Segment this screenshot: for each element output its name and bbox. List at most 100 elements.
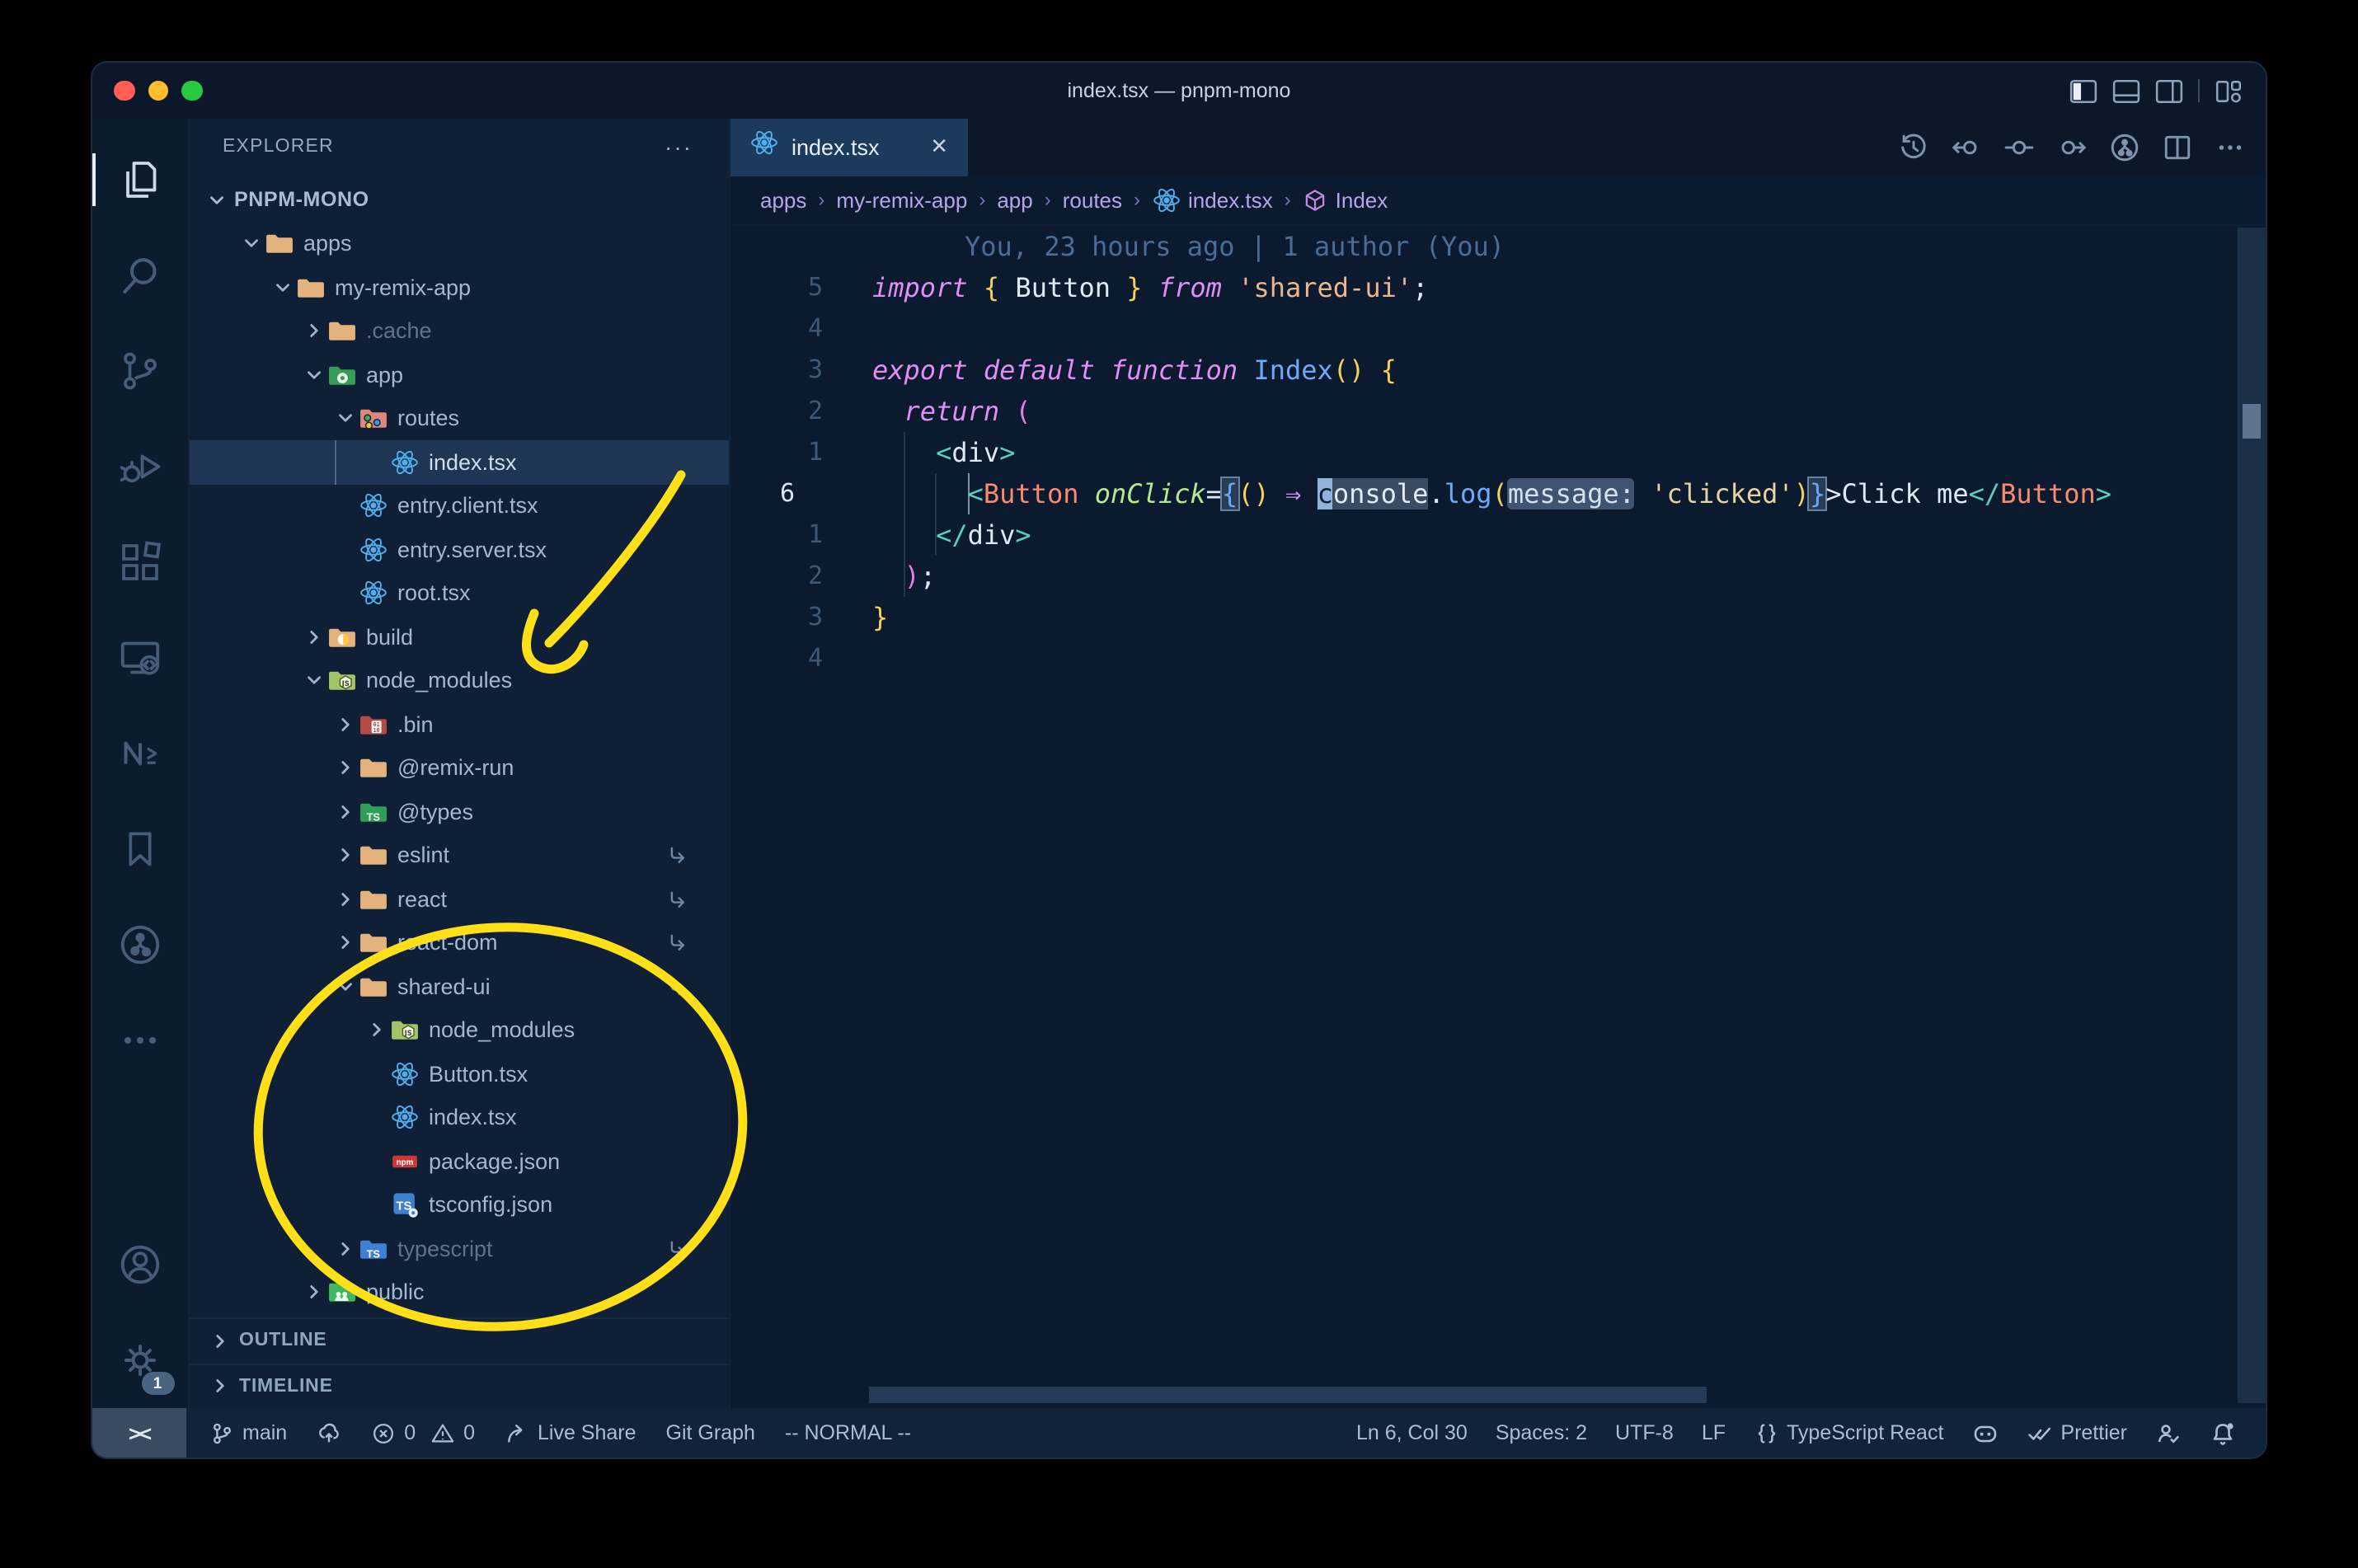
history-icon[interactable] xyxy=(1898,132,1929,163)
chevron-down-icon xyxy=(330,976,359,998)
tree-item-app[interactable]: app xyxy=(190,353,729,397)
change-icon[interactable] xyxy=(2003,132,2035,163)
toggle-sidebar-right-icon[interactable] xyxy=(2155,78,2183,103)
tree-item--remix-run[interactable]: @remix-run xyxy=(190,746,729,790)
breadcrumb-index-tsx[interactable]: index.tsx xyxy=(1152,186,1273,214)
statusbar-item-lf[interactable]: LF xyxy=(1702,1421,1726,1444)
tree-item-button-tsx[interactable]: Button.tsx xyxy=(190,1052,729,1096)
breadcrumb-apps[interactable]: apps xyxy=(760,188,806,213)
tree-item-root-tsx[interactable]: root.tsx xyxy=(190,571,729,615)
more-icon[interactable] xyxy=(2215,132,2246,163)
statusbar-item-live-share[interactable]: Live Share xyxy=(505,1420,636,1445)
folder-types: TS xyxy=(359,798,388,826)
tree-item-public[interactable]: public xyxy=(190,1270,729,1314)
tree-item--types[interactable]: TS @types xyxy=(190,790,729,833)
statusbar-item-prettier[interactable]: Prettier xyxy=(2026,1420,2127,1445)
activity-item-extensions[interactable] xyxy=(92,514,189,610)
folder-tan xyxy=(359,885,388,913)
tree-item-index-tsx[interactable]: index.tsx xyxy=(190,1096,729,1139)
activity-item-run-debug[interactable] xyxy=(92,419,189,514)
tab-index-tsx[interactable]: index.tsx ✕ xyxy=(730,119,968,176)
tree-item--bin[interactable]: 01 10 .bin xyxy=(190,702,729,746)
toggle-panel-icon[interactable] xyxy=(2112,78,2140,103)
tree-item-my-remix-app[interactable]: my-remix-app xyxy=(190,265,729,309)
statusbar-item-0[interactable]: 00 xyxy=(371,1420,475,1445)
statusbar-item-main[interactable]: main xyxy=(209,1420,287,1445)
tree-item-react-dom[interactable]: react-dom xyxy=(190,921,729,965)
tree-item-apps[interactable]: apps xyxy=(190,222,729,265)
statusbar-item-bell-dot-icon[interactable] xyxy=(2210,1420,2236,1445)
next-change-icon[interactable] xyxy=(2056,132,2088,163)
customize-layout-icon[interactable] xyxy=(2215,78,2243,103)
tree-item-entry-client-tsx[interactable]: entry.client.tsx xyxy=(190,484,729,528)
tree-item-label: typescript xyxy=(397,1236,493,1261)
breadcrumb-my-remix-app[interactable]: my-remix-app xyxy=(836,188,967,213)
explorer-more-icon[interactable]: ··· xyxy=(665,135,693,158)
react-icon xyxy=(391,1104,419,1132)
activity-item-bookmarks[interactable] xyxy=(92,801,189,897)
workbench: 1 EXPLORER ··· PNPM-MONO apps my-remix-app… xyxy=(92,119,2266,1408)
tree-item-build[interactable]: build xyxy=(190,615,729,659)
statusbar-item-typescript-react[interactable]: TypeScript React xyxy=(1754,1420,1943,1445)
code-editor[interactable]: You, 23 hours ago | 1 author (You) 5 impor… xyxy=(730,226,2266,1408)
svg-text:10: 10 xyxy=(373,726,380,733)
breadcrumb-routes[interactable]: routes xyxy=(1063,188,1122,213)
minimize-button[interactable] xyxy=(148,80,168,101)
statusbar-label: Live Share xyxy=(538,1421,636,1444)
statusbar-item-utf-8[interactable]: UTF-8 xyxy=(1615,1421,1674,1444)
activity-item-more[interactable] xyxy=(92,993,189,1088)
code-line: 5 import { Button } from 'shared-ui'; xyxy=(730,267,2266,308)
tree-item-entry-server-tsx[interactable]: entry.server.tsx xyxy=(190,528,729,571)
tree-item-label: public xyxy=(366,1279,425,1305)
tree-item-shared-ui[interactable]: shared-ui xyxy=(190,965,729,1008)
statusbar-item-copilot-icon[interactable] xyxy=(1971,1420,1998,1445)
tree-item-node-modules[interactable]: JS node_modules xyxy=(190,659,729,702)
remote-indicator[interactable]: >< xyxy=(92,1408,186,1458)
activity-item-explorer[interactable] xyxy=(92,132,189,228)
activity-item-remote-explorer[interactable] xyxy=(92,610,189,706)
breadcrumb-label: apps xyxy=(760,187,807,213)
workspace-header[interactable]: PNPM-MONO xyxy=(190,178,729,222)
panel-header-timeline[interactable]: TIMELINE xyxy=(190,1363,729,1408)
activity-item-git-graph[interactable] xyxy=(92,897,189,993)
activity-item-search[interactable] xyxy=(92,228,189,323)
tree-item-react[interactable]: react xyxy=(190,877,729,921)
horizontal-scrollbar[interactable] xyxy=(869,1387,1707,1403)
tree-item-eslint[interactable]: eslint xyxy=(190,833,729,877)
zoom-button[interactable] xyxy=(181,80,202,101)
tree-item-label: entry.client.tsx xyxy=(397,493,538,519)
tab-close-icon[interactable]: ✕ xyxy=(930,134,948,161)
statusbar-item-git-graph[interactable]: Git Graph xyxy=(666,1421,755,1444)
previous-change-icon[interactable] xyxy=(1951,132,1982,163)
tree-item-index-tsx[interactable]: index.tsx xyxy=(190,440,729,484)
statusbar-item-feedback-icon[interactable] xyxy=(2155,1420,2182,1445)
tree-item-typescript[interactable]: TS typescript xyxy=(190,1227,729,1270)
chevron-down-icon xyxy=(298,364,328,386)
git-graph-circle-icon[interactable] xyxy=(2109,132,2140,163)
tree-item-label: react-dom xyxy=(397,930,498,955)
statusbar-item-ln-6-col-30[interactable]: Ln 6, Col 30 xyxy=(1356,1421,1468,1444)
activity-item-settings[interactable]: 1 xyxy=(92,1312,189,1408)
tree-item-routes[interactable]: routes xyxy=(190,397,729,440)
tree-item-tsconfig-json[interactable]: TS tsconfig.json xyxy=(190,1183,729,1227)
panel-header-outline[interactable]: OUTLINE xyxy=(190,1317,729,1363)
line-number: 5 xyxy=(807,272,823,302)
statusbar-label: UTF-8 xyxy=(1615,1421,1674,1444)
npm-icon: npm xyxy=(391,1148,419,1176)
statusbar-item-spaces-2[interactable]: Spaces: 2 xyxy=(1496,1421,1587,1444)
statusbar-label: 0 xyxy=(463,1421,475,1444)
split-editor-icon[interactable] xyxy=(2162,132,2193,163)
tree-item--cache[interactable]: .cache xyxy=(190,309,729,353)
activity-item-accounts[interactable] xyxy=(92,1217,189,1312)
breadcrumb-index[interactable]: Index xyxy=(1303,188,1388,213)
close-button[interactable] xyxy=(114,80,134,101)
activity-item-nx-console[interactable] xyxy=(92,706,189,801)
statusbar-item--normal-[interactable]: -- NORMAL -- xyxy=(785,1421,911,1444)
toggle-sidebar-left-icon[interactable] xyxy=(2069,78,2097,103)
activity-item-source-control[interactable] xyxy=(92,323,189,419)
breadcrumb-app[interactable]: app xyxy=(997,188,1032,213)
tree-item-package-json[interactable]: npm package.json xyxy=(190,1139,729,1183)
tree-item-node-modules[interactable]: JS node_modules xyxy=(190,1008,729,1052)
statusbar-item-sync-icon[interactable] xyxy=(317,1420,341,1445)
svg-text:TS: TS xyxy=(367,1247,380,1260)
